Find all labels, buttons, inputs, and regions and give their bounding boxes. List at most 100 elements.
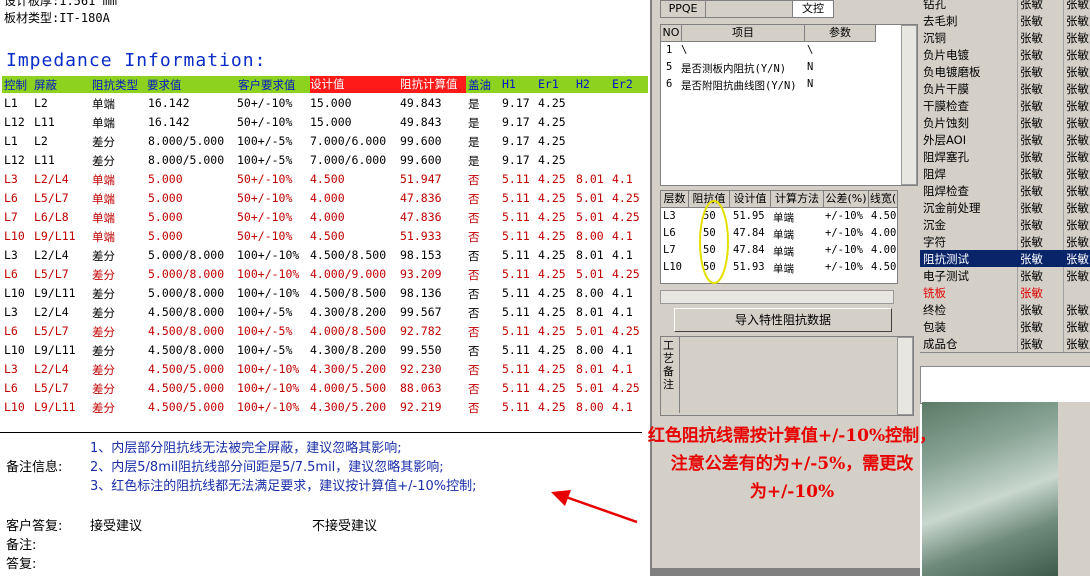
table-cell: 5.11 [502, 324, 530, 338]
table-row: L3 L2/L4 差分 4.500/5.000 100+/-10% 4.300/5.200… [0, 360, 648, 379]
process-list-item[interactable]: 阻焊 张敏 张敏 [920, 165, 1090, 182]
table-cell: 差分 [92, 135, 115, 149]
grid-cell: 1 [666, 44, 673, 56]
table-cell: L2/L4 [34, 305, 69, 319]
table-cell: 51.947 [400, 172, 442, 186]
operator-name: 张敏 [1066, 65, 1089, 79]
impedance-table-header: 控制 屏蔽 阻抗类型 要求值 客户要求值 设计值 阻抗计算值 盖油 H1 Er1 H2 Er2 [2, 76, 648, 93]
operator-name: 张敏 [1020, 31, 1043, 45]
table-cell: 单端 [92, 116, 115, 130]
table-cell: 47.836 [400, 191, 442, 205]
table-row: L6 L5/L7 差分 4.500/8.000 100+/-5% 4.000/8.500 9… [0, 322, 648, 341]
vertical-scrollbar[interactable] [897, 337, 913, 415]
import-impedance-button[interactable]: 导入特性阻抗数据 [674, 308, 892, 332]
operator-name: 张敏 [1066, 99, 1089, 113]
info-box [920, 366, 1090, 404]
process-list-item[interactable]: 阻抗测试 张敏 张敏 [920, 250, 1090, 267]
process-list-item[interactable]: 阻焊塞孔 张敏 张敏 [920, 148, 1090, 165]
process-list-item[interactable]: 电子测试 张敏 张敏 [920, 267, 1090, 284]
process-list-item[interactable]: 去毛刺 张敏 张敏 [920, 12, 1090, 29]
note-item: 3、红色标注的阻抗线都无法满足要求，建议按计算值+/-10%控制; [90, 479, 477, 494]
table-cell: 5.01 [576, 191, 604, 205]
operator-name: 张敏 [1066, 218, 1089, 232]
process-list-item[interactable]: 负电镀磨板 张敏 张敏 [920, 63, 1090, 80]
vertical-scrollbar[interactable] [901, 25, 917, 185]
grid-cell: 单端 [773, 212, 794, 224]
table-cell: 5.000/8.000 [148, 286, 225, 300]
panel-bottom-edge [652, 568, 920, 576]
table-cell: 8.00 [576, 400, 604, 414]
table-cell: 5.11 [502, 286, 530, 300]
table-cell: 单端 [92, 211, 115, 225]
operator-name: 张敏 [1066, 14, 1089, 28]
process-list-item[interactable]: 负片电镀 张敏 张敏 [920, 46, 1090, 63]
grid-cell: L3 [663, 210, 676, 222]
grid-cell: 6 [666, 78, 673, 90]
table-cell: L6 [4, 267, 18, 281]
table-cell: 99.600 [400, 134, 442, 148]
table-cell: 4.000 [310, 191, 345, 205]
table-cell: 否 [468, 401, 480, 415]
horizontal-scrollbar[interactable] [660, 290, 894, 304]
process-list-item[interactable]: 成品仓 张敏 张敏 [920, 335, 1090, 352]
table-cell: 9.17 [502, 96, 530, 110]
table-cell: 否 [468, 382, 480, 396]
grid-cell: 是否附阻抗曲线图(Y/N) [681, 80, 797, 92]
operator-name: 张敏 [1066, 31, 1089, 45]
tab-blank[interactable] [705, 0, 793, 18]
table-cell: L3 [4, 305, 18, 319]
horizontal-scrollbar[interactable] [920, 352, 1090, 367]
process-list-item[interactable]: 沉金前处理 张敏 张敏 [920, 199, 1090, 216]
table-cell: 49.843 [400, 115, 442, 129]
table-cell: 差分 [92, 325, 115, 339]
process-list-item[interactable]: 干膜检查 张敏 张敏 [920, 97, 1090, 114]
process-step-label: 去毛刺 [923, 14, 958, 28]
column-header: 控制 [4, 78, 27, 92]
reject-option[interactable]: 不接受建议 [312, 515, 377, 534]
grid-cell: +/-10% [825, 261, 863, 273]
process-list-item[interactable]: 终检 张敏 张敏 [920, 301, 1090, 318]
process-list-item[interactable]: 阻焊检查 张敏 张敏 [920, 182, 1090, 199]
process-list-item[interactable]: 沉金 张敏 张敏 [920, 216, 1090, 233]
grid-cell: 51.95 [733, 210, 765, 222]
table-cell: L6/L8 [34, 210, 69, 224]
table-row: L3 L2/L4 单端 5.000 50+/-10% 4.500 51.947 否 5.11 4.… [0, 170, 648, 189]
annotation-callout: 红色阻抗线需按计算值+/-10%控制， 注意公差有的为+/-5%，需更改 为+/… [612, 422, 972, 506]
process-list-item[interactable]: 外层AOI 张敏 张敏 [920, 131, 1090, 148]
operator-name: 张敏 [1020, 0, 1043, 11]
table-cell: 5.11 [502, 229, 530, 243]
table-cell: 100+/-10% [237, 267, 300, 281]
table-cell: L3 [4, 248, 18, 262]
table-cell: 7.000/6.000 [310, 153, 387, 167]
operator-name: 张敏 [1020, 99, 1043, 113]
process-list-item[interactable]: 沉铜 张敏 张敏 [920, 29, 1090, 46]
process-list-item[interactable]: 负片蚀刻 张敏 张敏 [920, 114, 1090, 131]
table-row: L10 L9/L11 差分 4.500/8.000 100+/-5% 4.300/8.20… [0, 341, 648, 360]
table-cell: 47.836 [400, 210, 442, 224]
accept-option[interactable]: 接受建议 [90, 515, 142, 534]
table-cell: 差分 [92, 344, 115, 358]
craft-notes-input[interactable] [679, 337, 896, 413]
table-cell: 4.1 [612, 172, 633, 186]
tab-document-control[interactable]: 文控 [792, 0, 834, 18]
table-cell: 4.25 [538, 267, 566, 281]
table-cell: 否 [468, 249, 480, 263]
table-cell: 差分 [92, 363, 115, 377]
column-header: 客户要求值 [238, 78, 296, 92]
operator-name: 张敏 [1066, 320, 1089, 334]
operator-name: 张敏 [1020, 184, 1043, 198]
table-cell: L5/L7 [34, 267, 69, 281]
operator-name: 张敏 [1066, 201, 1089, 215]
table-cell: 49.843 [400, 96, 442, 110]
process-list-item[interactable]: 钻孔 张敏 张敏 [920, 0, 1090, 12]
table-cell: L3 [4, 172, 18, 186]
process-list-item[interactable]: 铣板 张敏 [920, 284, 1090, 301]
process-list-item[interactable]: 负片干膜 张敏 张敏 [920, 80, 1090, 97]
table-cell: 5.11 [502, 267, 530, 281]
divider [0, 432, 642, 433]
process-list-item[interactable]: 包装 张敏 张敏 [920, 318, 1090, 335]
process-list-item[interactable]: 字符 张敏 张敏 [920, 233, 1090, 250]
board-thickness-text: 设计板厚:1.561 mm [4, 0, 118, 8]
tab-ppqe[interactable]: PPQE [660, 0, 706, 18]
process-step-label: 阻抗测试 [923, 252, 969, 266]
